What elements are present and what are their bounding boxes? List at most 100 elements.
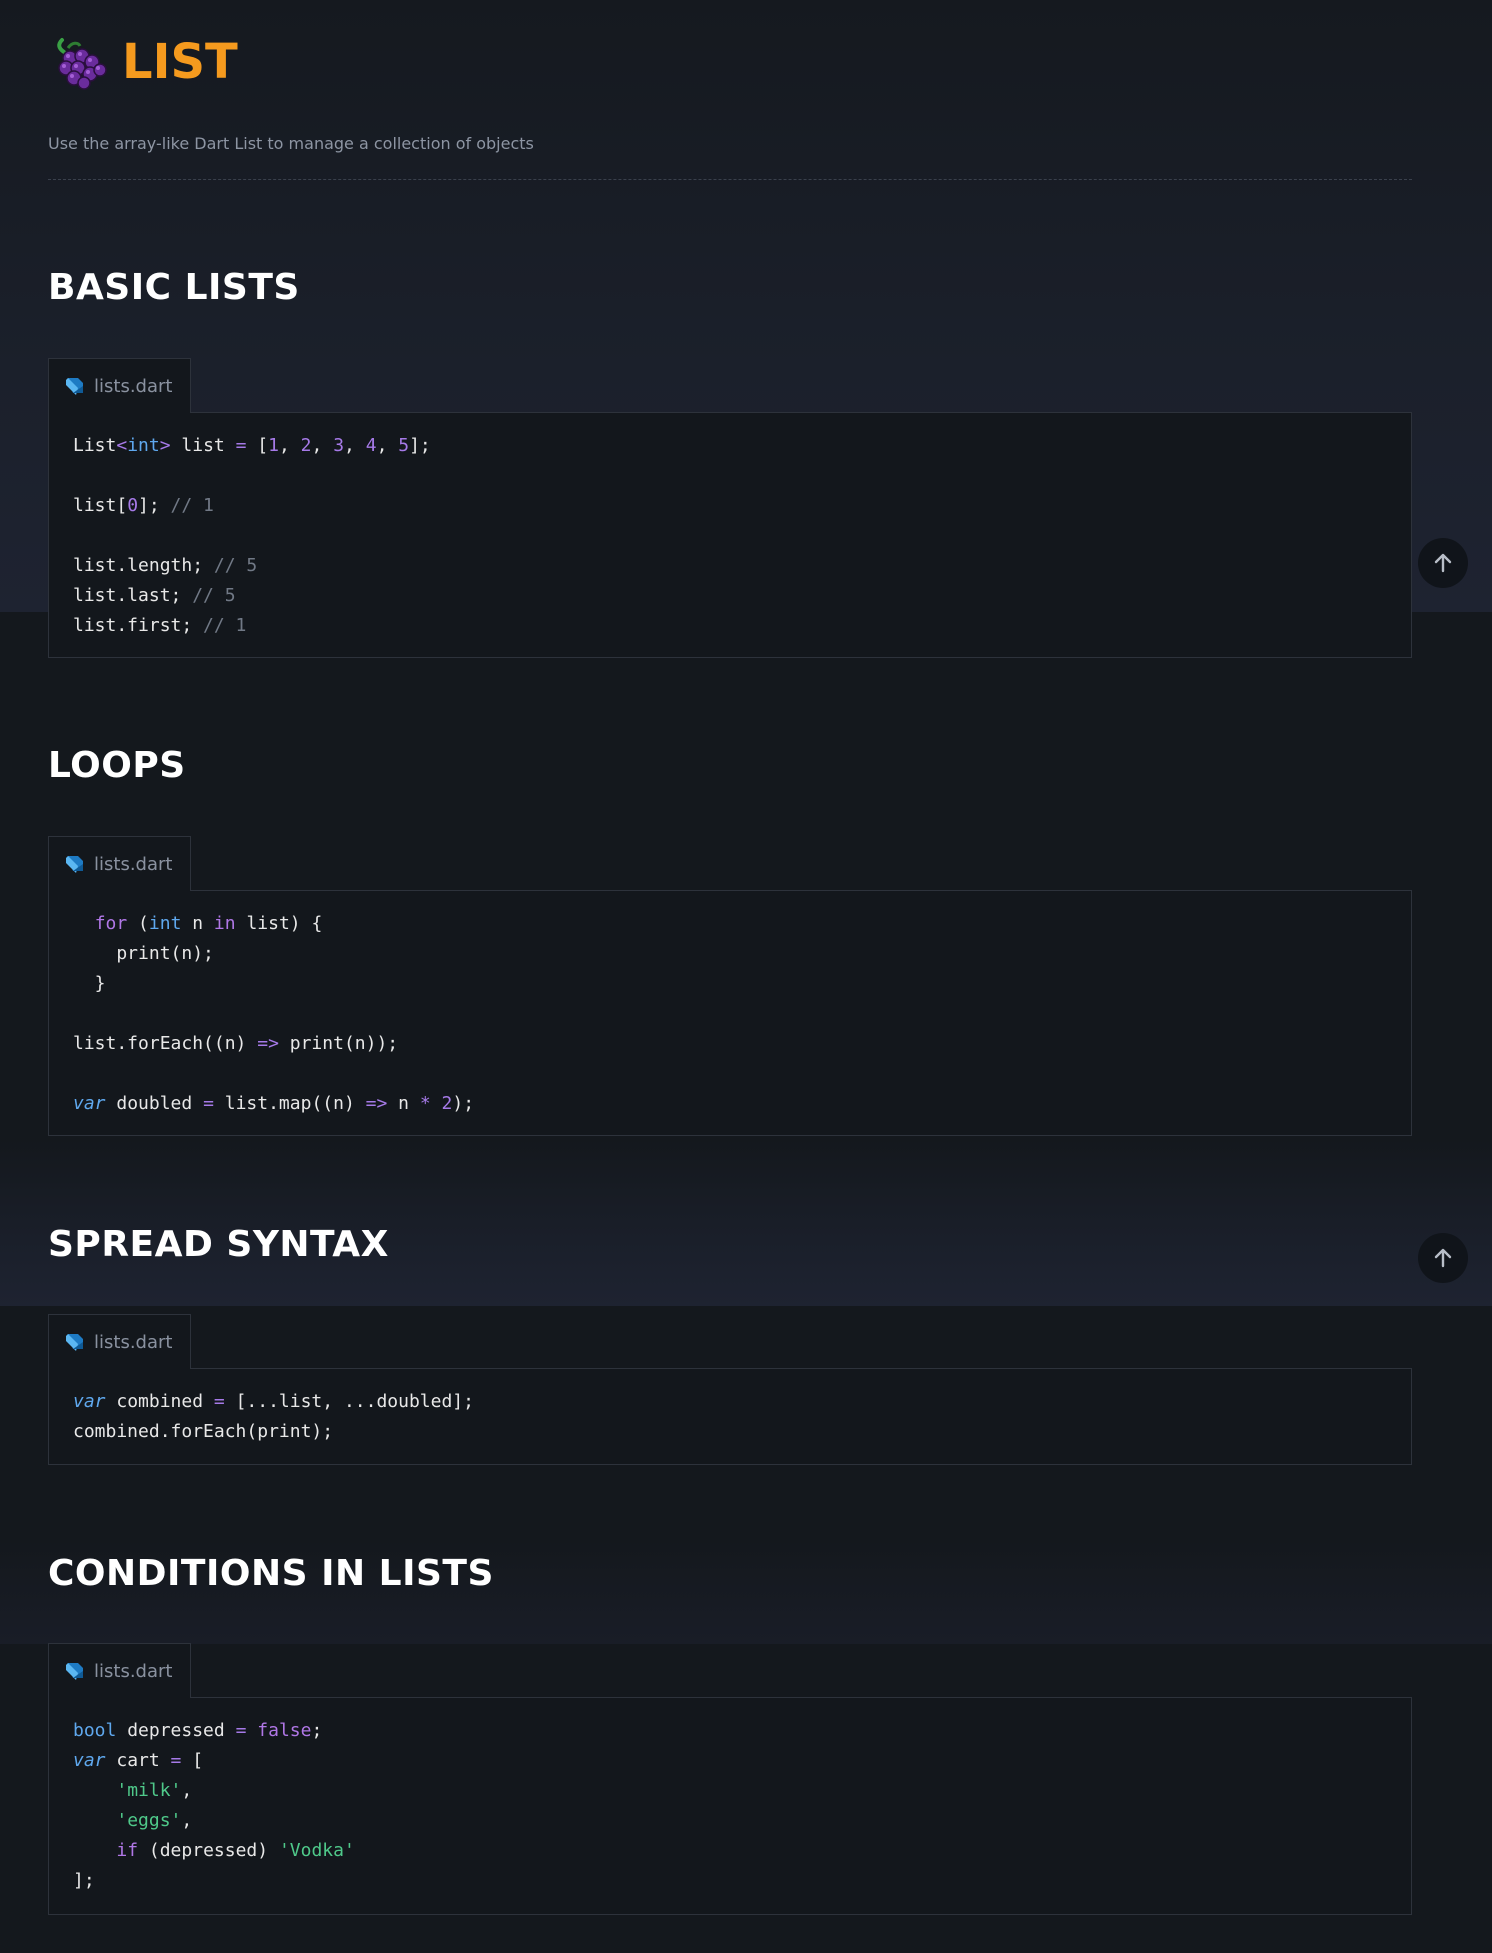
code-line: var doubled = list.map((n) => n * 2);	[73, 1093, 474, 1114]
code-token: ,	[376, 435, 399, 456]
code-token: ];	[409, 435, 431, 456]
code-panel: for (int n in list) { print(n); } list.f…	[48, 890, 1412, 1136]
code-token: false	[257, 1720, 312, 1741]
code-line: list[0]; // 1	[73, 495, 214, 516]
code-token: [	[181, 1750, 204, 1771]
code-token: list.last;	[73, 585, 193, 606]
dart-icon	[66, 378, 83, 395]
code-token: =	[170, 1750, 182, 1771]
code-token: =	[213, 1391, 225, 1412]
code-line: var combined = [...list, ...doubled];	[73, 1391, 474, 1412]
code-token: );	[452, 1093, 475, 1114]
code-token: list.forEach((n)	[73, 1033, 258, 1054]
code-token: print(n));	[278, 1033, 399, 1054]
code-token: if	[116, 1840, 139, 1861]
code-token: // 5	[192, 585, 236, 606]
code-token: list	[170, 435, 236, 456]
section-heading-basic-lists: BASIC LISTS	[48, 267, 300, 308]
file-tab[interactable]: lists.dart	[48, 358, 191, 413]
grapes-icon	[57, 38, 107, 90]
code-block-spread-syntax: lists.dart var combined = [...list, ...d…	[48, 1314, 1412, 1466]
code-token: var	[73, 1750, 106, 1771]
code-listing: List<int> list = [1, 2, 3, 4, 5]; list[0…	[73, 431, 1411, 641]
code-token: var	[73, 1391, 106, 1412]
code-token: 'milk'	[116, 1780, 182, 1801]
code-token: cart	[105, 1750, 171, 1771]
code-token: ,	[278, 435, 301, 456]
code-token: bool	[73, 1720, 117, 1741]
code-block-loops: lists.dart for (int n in list) { print(n…	[48, 836, 1412, 1136]
code-token: in	[213, 913, 236, 934]
code-token: // 1	[203, 615, 247, 636]
code-token: 'eggs'	[116, 1810, 182, 1831]
page-title: LIST	[122, 34, 238, 90]
code-token: // 1	[170, 495, 214, 516]
code-token: }	[73, 973, 106, 994]
code-token: ];	[138, 495, 171, 516]
dart-icon	[66, 856, 83, 873]
code-panel: List<int> list = [1, 2, 3, 4, 5]; list[0…	[48, 412, 1412, 658]
code-token: [	[246, 435, 269, 456]
code-token: int	[127, 435, 160, 456]
file-name: lists.dart	[94, 375, 173, 397]
section-heading-conditions: CONDITIONS IN LISTS	[48, 1553, 494, 1594]
code-token: 'Vodka'	[278, 1840, 355, 1861]
code-token: list.length;	[73, 555, 214, 576]
code-line: combined.forEach(print);	[73, 1421, 333, 1442]
code-token: doubled	[105, 1093, 204, 1114]
arrow-up-icon	[1434, 1248, 1452, 1268]
code-token: 0	[127, 495, 139, 516]
code-line: list.length; // 5	[73, 555, 257, 576]
code-line: list.forEach((n) => print(n));	[73, 1033, 398, 1054]
code-token: >	[159, 435, 171, 456]
scroll-to-top-button[interactable]	[1418, 538, 1468, 588]
code-panel: bool depressed = false; var cart = [ 'mi…	[48, 1697, 1412, 1915]
dart-icon	[66, 1663, 83, 1680]
code-listing: for (int n in list) { print(n); } list.f…	[73, 909, 1411, 1119]
code-token: (	[127, 913, 149, 934]
code-listing: var combined = [...list, ...doubled]; co…	[73, 1387, 1411, 1447]
file-tab[interactable]: lists.dart	[48, 1643, 191, 1698]
code-token: 4	[365, 435, 377, 456]
code-line: list.first; // 1	[73, 615, 246, 636]
code-token: list.map((n)	[213, 1093, 366, 1114]
code-token: =>	[257, 1033, 279, 1054]
file-tab[interactable]: lists.dart	[48, 836, 191, 891]
code-token: =>	[365, 1093, 388, 1114]
code-line: list.last; // 5	[73, 585, 236, 606]
code-token: depressed	[116, 1720, 236, 1741]
code-token: ];	[73, 1870, 95, 1891]
code-token: <	[116, 435, 128, 456]
code-token: 5	[398, 435, 410, 456]
section-heading-spread-syntax: SPREAD SYNTAX	[48, 1224, 389, 1265]
scroll-to-top-button[interactable]	[1418, 1233, 1468, 1283]
section-heading-loops: LOOPS	[48, 745, 186, 786]
page-header: LIST	[48, 32, 238, 92]
file-tab[interactable]: lists.dart	[48, 1314, 191, 1369]
code-token: var	[73, 1093, 106, 1114]
page-subtitle: Use the array-like Dart List to manage a…	[48, 134, 534, 153]
dart-icon	[66, 1334, 83, 1351]
code-line: bool depressed = false;	[73, 1720, 322, 1741]
code-token: combined.forEach(print);	[73, 1421, 334, 1442]
code-token: (depressed)	[138, 1840, 279, 1861]
code-token: =	[203, 1093, 214, 1114]
code-token: List	[73, 435, 117, 456]
code-token: ,	[181, 1810, 193, 1831]
code-line: var cart = [	[73, 1750, 203, 1771]
code-token: list[	[73, 495, 128, 516]
file-name: lists.dart	[94, 1660, 173, 1682]
code-block-conditions: lists.dart bool depressed = false; var c…	[48, 1643, 1412, 1915]
code-block-basic-lists: lists.dart List<int> list = [1, 2, 3, 4,…	[48, 358, 1412, 658]
code-token: n	[181, 913, 214, 934]
code-token: =	[235, 435, 247, 456]
code-line: print(n);	[73, 943, 214, 964]
code-line: if (depressed) 'Vodka'	[73, 1840, 355, 1861]
header-divider	[48, 179, 1412, 180]
